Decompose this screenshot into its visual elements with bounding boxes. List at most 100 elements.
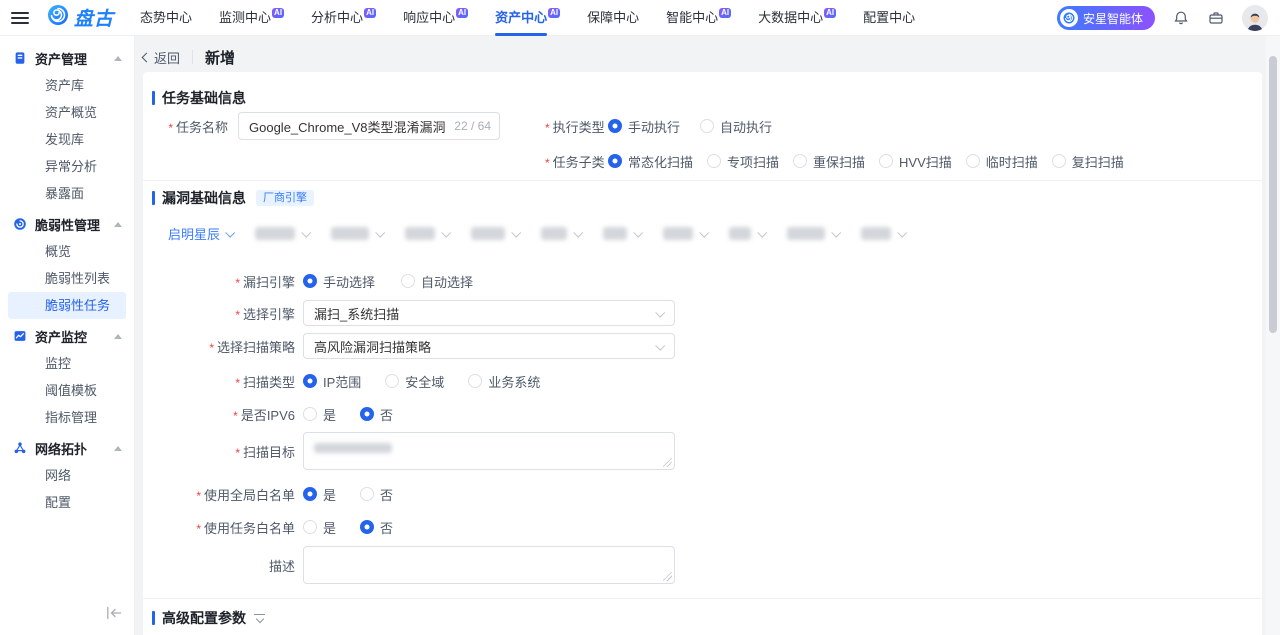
primary-nav: 态势中心 监测中心AI 分析中心AI 响应中心AI 资产中心AI 保障中心 智能…	[140, 0, 915, 36]
tab-intelligence-center[interactable]: 智能中心AI	[666, 0, 731, 36]
back-button[interactable]: 返回	[143, 48, 180, 67]
sidebar-item-threshold-templates[interactable]: 阈值模板	[8, 377, 126, 404]
radio-manual-select[interactable]: 手动选择	[303, 272, 375, 291]
description-textarea[interactable]	[303, 546, 675, 584]
vendor-dropdown-blurred[interactable]	[603, 227, 641, 240]
sidebar-item-exposure-surface[interactable]: 暴露面	[8, 180, 126, 207]
vendor-dropdown-blurred[interactable]	[405, 227, 449, 240]
sidebar-item-anomaly-analysis[interactable]: 异常分析	[8, 153, 126, 180]
sidebar-item-monitoring[interactable]: 监控	[8, 350, 126, 377]
vendor-dropdown-qimingxingchen[interactable]: 启明星辰	[168, 224, 233, 243]
radio-manual-exec[interactable]: 手动执行	[608, 117, 680, 136]
ai-badge: AI	[824, 8, 836, 18]
nav-label: 配置中心	[863, 10, 915, 25]
sidebar-item-vuln-overview[interactable]: 概览	[8, 238, 126, 265]
vendor-dropdown-blurred[interactable]	[787, 227, 839, 240]
radio-unselected-icon	[360, 487, 374, 501]
tab-bigdata-center[interactable]: 大数据中心AI	[758, 0, 836, 36]
radio-ipv6-yes[interactable]: 是	[303, 405, 336, 424]
radio-security-domain[interactable]: 安全域	[385, 372, 444, 391]
policy-select-dropdown[interactable]: 高风险漏洞扫描策略	[303, 333, 675, 359]
vendor-dropdown-value: 启明星辰	[168, 224, 220, 243]
sidebar-item-asset-library[interactable]: 资产库	[8, 72, 126, 99]
task-name-input[interactable]: Google_Chrome_V8类型混淆漏洞 22 / 64	[238, 112, 500, 140]
sidebar-item-metric-management[interactable]: 指标管理	[8, 404, 126, 431]
radio-label: 安全域	[405, 372, 444, 391]
blurred-text	[861, 227, 891, 240]
scrollbar-thumb[interactable]	[1269, 56, 1277, 333]
sidebar-item-network[interactable]: 网络	[8, 462, 126, 489]
radio-ipv6-no[interactable]: 否	[360, 405, 393, 424]
scan-target-textarea[interactable]	[303, 432, 675, 470]
tab-config-center[interactable]: 配置中心	[863, 0, 915, 36]
engine-mode-label: 漏扫引擎	[143, 272, 295, 291]
hamburger-menu-icon[interactable]	[11, 12, 29, 24]
engine-select-dropdown[interactable]: 漏扫_系统扫描	[303, 300, 675, 326]
radio-hvv-scan[interactable]: HVV扫描	[879, 152, 952, 171]
vendor-dropdown-blurred[interactable]	[331, 227, 383, 240]
sidebar-group-title-asset-management[interactable]: 资产管理	[0, 44, 134, 72]
nav-label: 态势中心	[140, 10, 192, 25]
tab-situation-center[interactable]: 态势中心	[140, 0, 192, 36]
sidebar-item-vulnerability-list[interactable]: 脆弱性列表	[8, 265, 126, 292]
radio-key-protection-scan[interactable]: 重保扫描	[793, 152, 865, 171]
global-whitelist-row: 使用全局白名单 是 否	[143, 483, 393, 505]
page-title: 新增	[205, 47, 235, 68]
blurred-text	[471, 227, 505, 240]
network-topology-icon	[12, 440, 28, 456]
radio-global-whitelist-no[interactable]: 否	[360, 485, 393, 504]
scrollbar-track[interactable]	[1266, 36, 1280, 635]
vendor-dropdown-blurred[interactable]	[541, 227, 581, 240]
sidebar: 资产管理 资产库 资产概览 发现库 异常分析 暴露面 脆弱性管理 概览 脆弱性列…	[0, 36, 135, 635]
radio-label: 手动选择	[323, 272, 375, 291]
sidebar-group-title-vulnerability-management[interactable]: 脆弱性管理	[0, 210, 134, 238]
radio-temporary-scan[interactable]: 临时扫描	[966, 152, 1038, 171]
sidebar-item-network-config[interactable]: 配置	[8, 489, 126, 516]
radio-business-system[interactable]: 业务系统	[468, 372, 540, 391]
vendor-dropdown-blurred[interactable]	[471, 227, 519, 240]
exec-type-row: 执行类型 手动执行 自动执行	[545, 115, 772, 137]
sidebar-item-vulnerability-tasks[interactable]: 脆弱性任务	[8, 292, 126, 319]
scan-type-row: 扫描类型 IP范围 安全域 业务系统	[143, 370, 540, 392]
scan-target-label: 扫描目标	[143, 442, 295, 461]
blurred-text	[787, 227, 825, 240]
radio-auto-exec[interactable]: 自动执行	[700, 117, 772, 136]
radio-label: 否	[380, 405, 393, 424]
vendor-dropdown-blurred[interactable]	[861, 227, 905, 240]
notification-bell-icon[interactable]	[1172, 9, 1190, 27]
expand-section-icon[interactable]	[254, 613, 265, 624]
vendor-dropdown-blurred[interactable]	[663, 227, 707, 240]
tab-response-center[interactable]: 响应中心AI	[403, 0, 468, 36]
section-title-label: 高级配置参数	[162, 608, 246, 628]
sidebar-group-title-network-topology[interactable]: 网络拓扑	[0, 434, 134, 462]
sidebar-item-discovery-library[interactable]: 发现库	[8, 126, 126, 153]
sidebar-collapse-icon[interactable]	[106, 606, 122, 625]
radio-global-whitelist-yes[interactable]: 是	[303, 485, 336, 504]
vendor-dropdown-blurred[interactable]	[729, 227, 765, 240]
radio-task-whitelist-no[interactable]: 否	[360, 518, 393, 537]
sidebar-item-asset-overview[interactable]: 资产概览	[8, 99, 126, 126]
vendor-dropdown-blurred[interactable]	[255, 227, 309, 240]
radio-rescan-scan[interactable]: 复扫扫描	[1052, 152, 1124, 171]
user-avatar[interactable]	[1242, 5, 1268, 31]
sidebar-group-network-topology: 网络拓扑 网络 配置	[0, 434, 134, 516]
toolbox-icon[interactable]	[1207, 9, 1225, 27]
exec-type-radio-group: 手动执行 自动执行	[608, 117, 772, 136]
radio-special-scan[interactable]: 专项扫描	[707, 152, 779, 171]
tab-asset-center[interactable]: 资产中心AI	[495, 0, 560, 36]
tab-analysis-center[interactable]: 分析中心AI	[311, 0, 376, 36]
radio-unselected-icon	[303, 520, 317, 534]
blurred-text	[603, 227, 627, 240]
radio-auto-select[interactable]: 自动选择	[401, 272, 473, 291]
radio-ip-range[interactable]: IP范围	[303, 372, 361, 391]
sidebar-group-title-asset-monitoring[interactable]: 资产监控	[0, 322, 134, 350]
task-subtype-radio-group: 常态化扫描 专项扫描 重保扫描 HVV扫描 临时扫描 复扫扫描	[608, 152, 1124, 171]
radio-routine-scan[interactable]: 常态化扫描	[608, 152, 693, 171]
section-bar	[152, 91, 155, 105]
radio-unselected-icon	[468, 374, 482, 388]
tab-assurance-center[interactable]: 保障中心	[587, 0, 639, 36]
radio-task-whitelist-yes[interactable]: 是	[303, 518, 336, 537]
tab-monitor-center[interactable]: 监测中心AI	[219, 0, 284, 36]
radio-unselected-icon	[401, 274, 415, 288]
ai-assistant-button[interactable]: 安星智能体	[1057, 6, 1155, 30]
